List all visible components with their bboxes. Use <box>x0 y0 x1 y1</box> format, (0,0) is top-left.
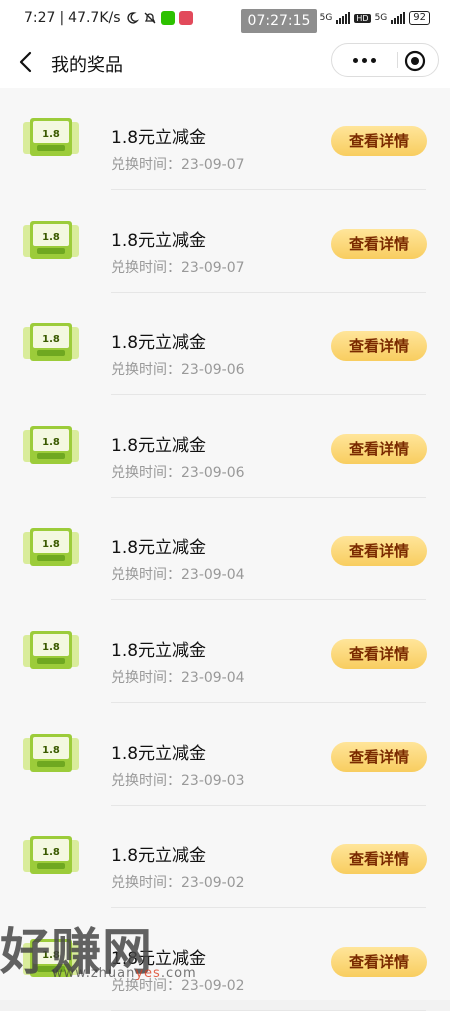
status-left: 7:27 | 47.7K/s <box>24 10 193 26</box>
voucher-thumbnail: 1.8 <box>22 220 80 261</box>
status-bar: 7:27 | 47.7K/s 07:27:15 5G HD 5G 92 <box>0 0 450 38</box>
prize-row[interactable]: 1.8 1.8元立减金 兑换时间：23-09-06 查看详情 <box>0 293 450 396</box>
voucher-icon: 1.8 <box>23 220 79 259</box>
view-details-button[interactable]: 查看详情 <box>331 536 427 567</box>
prize-row[interactable]: 1.8 1.8元立减金 兑换时间：23-09-02 查看详情 <box>0 806 450 909</box>
prize-title: 1.8元立减金 <box>111 846 207 867</box>
voucher-thumbnail: 1.8 <box>22 733 80 774</box>
more-dot-icon <box>352 57 358 63</box>
redeem-time: 兑换时间：23-09-04 <box>111 670 245 686</box>
prize-title: 1.8元立减金 <box>111 230 207 251</box>
voucher-icon: 1.8 <box>23 528 79 567</box>
prize-list: 1.8 1.8元立减金 兑换时间：23-09-07 查看详情 1.8 1.8元立… <box>0 88 450 1011</box>
prize-title: 1.8元立减金 <box>111 333 207 354</box>
more-button[interactable] <box>344 44 384 76</box>
view-details-button[interactable]: 查看详情 <box>331 639 427 669</box>
view-details-button[interactable]: 查看详情 <box>331 741 427 772</box>
view-details-button[interactable]: 查看详情 <box>331 433 427 464</box>
prize-row[interactable]: 1.8 1.8元立减金 兑换时间：23-09-04 查看详情 <box>0 601 450 703</box>
watermark-url: www.zhuanyes.com <box>52 966 197 981</box>
view-details-button[interactable]: 查看详情 <box>331 946 427 977</box>
wechat-icon <box>160 11 175 25</box>
miniprogram-capsule <box>331 43 439 77</box>
close-miniprogram-button[interactable] <box>404 50 426 72</box>
voucher-icon: 1.8 <box>23 425 79 464</box>
net-5g-label: 5G <box>319 13 333 23</box>
clock-overlay: 07:27:15 <box>241 9 317 33</box>
voucher-thumbnail: 1.8 <box>22 631 80 671</box>
voucher-thumbnail: 1.8 <box>22 425 80 466</box>
svg-text:1.8: 1.8 <box>42 847 60 858</box>
voucher-icon: 1.8 <box>23 733 79 772</box>
capsule-divider <box>397 52 398 68</box>
svg-text:1.8: 1.8 <box>42 232 60 243</box>
prize-title: 1.8元立减金 <box>111 641 207 661</box>
battery-indicator: 92 <box>409 11 430 25</box>
more-dot-icon <box>370 57 376 63</box>
view-details-button[interactable]: 查看详情 <box>331 126 427 156</box>
prize-title: 1.8元立减金 <box>111 538 207 559</box>
page-title: 我的奖品 <box>51 55 123 76</box>
prize-title: 1.8元立减金 <box>111 128 207 148</box>
back-button[interactable] <box>14 49 40 75</box>
prize-row[interactable]: 1.8 1.8元立减金 兑换时间：23-09-07 查看详情 <box>0 191 450 293</box>
prize-title: 1.8元立减金 <box>111 435 207 456</box>
svg-text:1.8: 1.8 <box>42 642 60 653</box>
status-net-speed: 47.7K/s <box>68 10 121 26</box>
view-details-button[interactable]: 查看详情 <box>331 844 427 875</box>
navigation-bar: 我的奖品 <box>0 38 450 88</box>
voucher-icon: 1.8 <box>23 323 79 362</box>
target-icon <box>404 50 426 72</box>
redeem-time: 兑换时间：23-09-07 <box>111 259 245 276</box>
redeem-time: 兑换时间：23-09-06 <box>111 464 245 481</box>
prize-title: 1.8元立减金 <box>111 743 207 764</box>
more-dot-icon <box>361 57 367 63</box>
svg-text:1.8: 1.8 <box>42 437 60 448</box>
voucher-thumbnail: 1.8 <box>22 528 80 568</box>
redeem-time: 兑换时间：23-09-06 <box>111 362 245 379</box>
bell-off-icon <box>143 11 157 25</box>
svg-text:1.8: 1.8 <box>42 745 60 756</box>
redeem-time: 兑换时间：23-09-03 <box>111 772 245 789</box>
hd-badge: HD <box>354 13 371 23</box>
redeem-time: 兑换时间：23-09-02 <box>111 875 245 892</box>
status-right: 5G HD 5G 92 <box>320 11 430 25</box>
view-details-button[interactable]: 查看详情 <box>331 331 427 362</box>
prize-row[interactable]: 1.8 1.8元立减金 兑换时间：23-09-03 查看详情 <box>0 704 450 806</box>
chevron-left-icon <box>19 51 32 73</box>
voucher-thumbnail: 1.8 <box>22 118 80 158</box>
voucher-icon: 1.8 <box>23 118 79 156</box>
svg-text:1.8: 1.8 <box>42 334 60 345</box>
voucher-icon: 1.8 <box>23 631 79 669</box>
net-5g-label-2: 5G <box>374 13 388 23</box>
redeem-time: 兑换时间：23-09-04 <box>111 567 245 584</box>
voucher-thumbnail: 1.8 <box>22 836 80 876</box>
prize-row[interactable]: 1.8 1.8元立减金 兑换时间：23-09-06 查看详情 <box>0 396 450 498</box>
status-time: 7:27 <box>24 10 56 26</box>
svg-text:1.8: 1.8 <box>42 539 60 550</box>
moon-icon <box>125 11 139 25</box>
prize-row[interactable]: 1.8 1.8元立减金 兑换时间：23-09-04 查看详情 <box>0 498 450 601</box>
voucher-icon: 1.8 <box>23 836 79 875</box>
svg-text:1.8: 1.8 <box>42 129 60 140</box>
voucher-thumbnail: 1.8 <box>22 323 80 363</box>
app-notification-icon <box>178 11 193 25</box>
view-details-button[interactable]: 查看详情 <box>331 228 427 259</box>
redeem-time: 兑换时间：23-09-07 <box>111 157 245 173</box>
signal-icon-2 <box>391 12 406 24</box>
watermark-logo: 好赚网 <box>0 923 153 981</box>
prize-row[interactable]: 1.8 1.8元立减金 兑换时间：23-09-07 查看详情 <box>0 88 450 190</box>
signal-icon <box>336 12 351 24</box>
